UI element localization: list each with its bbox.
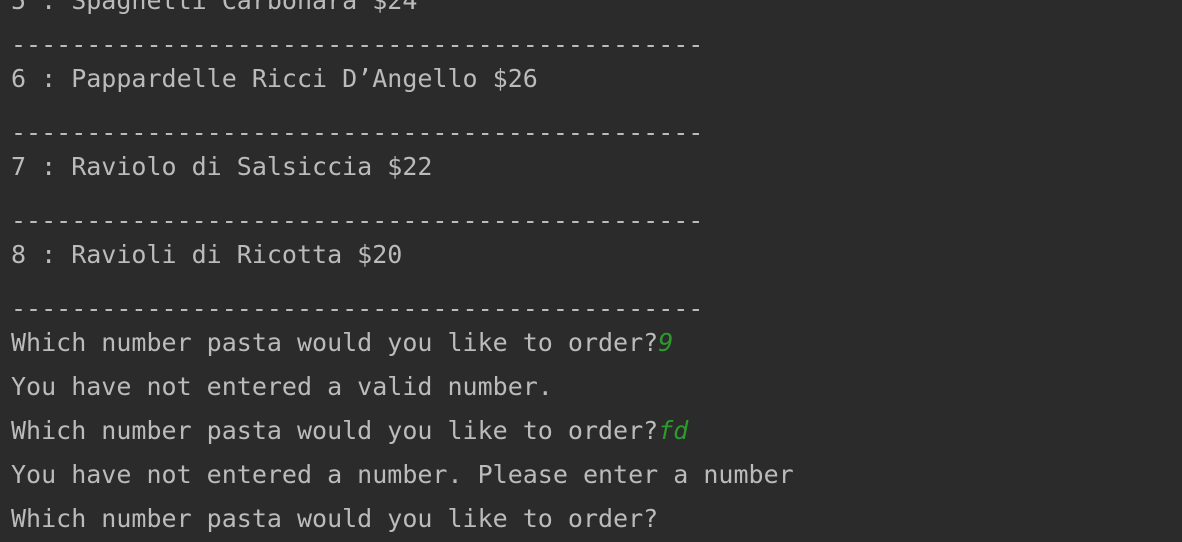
menu-item-6: 6 : Pappardelle Ricci D’Angello $26 bbox=[11, 64, 538, 93]
error-message: You have not entered a number. Please en… bbox=[11, 460, 794, 489]
partially-visible-line: 5 : Spaghetti Carbonara $24 bbox=[11, 0, 418, 15]
menu-item-8: 8 : Ravioli di Ricotta $20 bbox=[11, 240, 403, 269]
separator-line: ----------------------------------------… bbox=[11, 206, 704, 235]
order-prompt-line: Which number pasta would you like to ord… bbox=[11, 328, 673, 358]
user-input-text: fd bbox=[658, 416, 689, 445]
order-prompt-line: Which number pasta would you like to ord… bbox=[11, 416, 688, 446]
order-prompt-text: Which number pasta would you like to ord… bbox=[11, 504, 659, 533]
run-console-output[interactable]: 5 : Spaghetti Carbonara $24 ------------… bbox=[0, 0, 1182, 542]
user-input-text: 9 bbox=[658, 328, 674, 357]
separator-line: ----------------------------------------… bbox=[11, 294, 704, 323]
order-prompt-text: Which number pasta would you like to ord… bbox=[11, 328, 659, 357]
error-message: You have not entered a valid number. bbox=[11, 372, 553, 401]
separator-line: ----------------------------------------… bbox=[11, 30, 704, 59]
menu-item-7: 7 : Raviolo di Salsiccia $22 bbox=[11, 152, 433, 181]
order-prompt-text: Which number pasta would you like to ord… bbox=[11, 416, 659, 445]
separator-line: ----------------------------------------… bbox=[11, 118, 704, 147]
order-prompt-line[interactable]: Which number pasta would you like to ord… bbox=[11, 504, 658, 534]
